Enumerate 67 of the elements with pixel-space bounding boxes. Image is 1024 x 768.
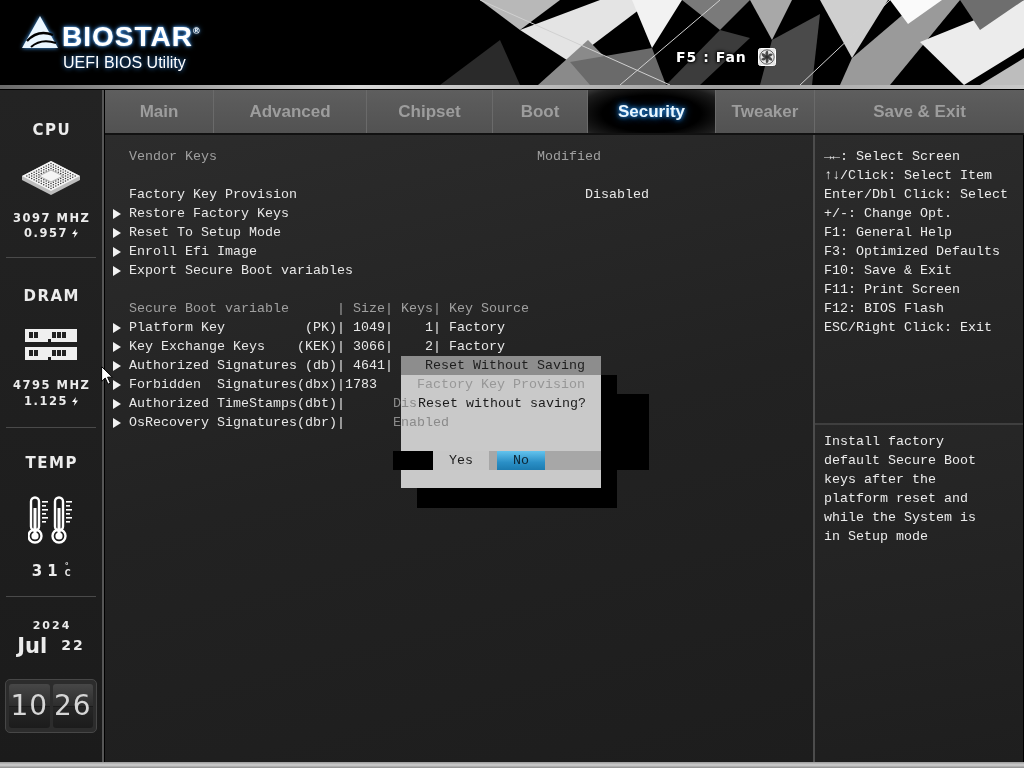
- shortcut-hint: F3: Optimized Defaults: [824, 243, 1000, 261]
- dialog-button[interactable]: Yes: [433, 451, 489, 470]
- setting-label[interactable]: Factory Key Provision: [129, 185, 297, 204]
- date-year: 2024: [32, 619, 72, 633]
- popup-shadow: [393, 451, 401, 470]
- tab[interactable]: Security: [588, 90, 715, 133]
- submenu-item[interactable]: Forbidden Signatures(dbx)|1783: [129, 375, 377, 394]
- submenu-arrow-icon: [113, 360, 121, 371]
- submenu-arrow-icon: [113, 227, 121, 238]
- monitor-label: CPU: [32, 121, 72, 139]
- temperature-unit: °C: [64, 563, 71, 577]
- monitor-label: TEMP: [25, 454, 78, 472]
- submenu-item[interactable]: Platform Key (PK)| 1049| 1| Factory: [129, 318, 505, 337]
- submenu-arrow-icon: [113, 265, 121, 276]
- thermometer-icon: [28, 496, 74, 544]
- submenu-item[interactable]: Restore Factory Keys: [129, 204, 289, 223]
- voltage-reading: 1.125: [24, 394, 68, 408]
- clock-minutes: 26: [52, 684, 93, 728]
- shortcut-hint: ↑↓/Click: Select Item: [824, 167, 992, 185]
- frequency-reading: 3097 MHZ: [13, 211, 91, 225]
- shortcut-hint: +/-: Change Opt.: [824, 205, 952, 223]
- submenu-arrow-icon: [113, 341, 121, 352]
- submenu-arrow-icon: [113, 398, 121, 409]
- shortcut-hint: F1: General Help: [824, 224, 952, 242]
- submenu-item[interactable]: Reset To Setup Mode: [129, 223, 281, 242]
- submenu-item[interactable]: Export Secure Boot variables: [129, 261, 353, 280]
- voltage-reading: 0.957: [24, 226, 68, 240]
- submenu-arrow-icon: [113, 417, 121, 428]
- dialog-message: Reset without saving?: [418, 395, 586, 413]
- date-month: Jul: [17, 635, 48, 657]
- fan-icon[interactable]: [757, 48, 776, 66]
- monitor-label: DRAM: [23, 287, 80, 305]
- submenu-item[interactable]: Enroll Efi Image: [129, 242, 257, 261]
- shortcut-hint: F12: BIOS Flash: [824, 300, 944, 318]
- shortcut-hint: F10: Save & Exit: [824, 262, 952, 280]
- shortcut-hint: Enter/Dbl Click: Select: [824, 186, 1008, 204]
- app-subtitle: UEFI BIOS Utility: [63, 54, 186, 72]
- shortcut-hint: ESC/Right Click: Exit: [824, 319, 992, 337]
- setting-value[interactable]: Disabled: [584, 185, 649, 204]
- brand-name: BIOSTAR$^{®}$: [62, 24, 201, 50]
- submenu-item[interactable]: OsRecovery Signatures(dbr)|: [129, 413, 345, 432]
- shortcut-hint: F11: Print Screen: [824, 281, 960, 299]
- frequency-reading: 4795 MHZ: [13, 378, 91, 392]
- submenu-arrow-icon: [113, 208, 121, 219]
- info-value: Modified: [536, 148, 601, 166]
- submenu-arrow-icon: [113, 246, 121, 257]
- date-day: 22: [61, 637, 85, 653]
- memory-module-icon: [25, 329, 77, 360]
- mouse-pointer-icon: [101, 366, 113, 385]
- submenu-item[interactable]: Authorized TimeStamps(dbt)|: [129, 394, 345, 413]
- help-description: Install factory default Secure Boot keys after the platform reset and while the System is in Setup mode: [824, 433, 977, 546]
- clock-hours: 10: [9, 684, 50, 728]
- submenu-arrow-icon: [113, 322, 121, 333]
- triangle-logo-icon: [22, 16, 58, 48]
- dialog-title: Reset Without Saving: [401, 356, 601, 375]
- hotkey-hint: F5 : Fan: [676, 49, 747, 65]
- dialog-button[interactable]: No: [497, 451, 545, 470]
- submenu-arrow-icon: [113, 379, 121, 390]
- lightning-bolt-icon: [71, 228, 78, 238]
- lightning-bolt-icon: [71, 396, 78, 406]
- cpu-chip-icon: [21, 160, 81, 196]
- info-label: Vendor Keys: [129, 148, 217, 166]
- temperature-reading: 31: [31, 563, 63, 579]
- shortcut-hint: →←: Select Screen: [824, 148, 960, 166]
- submenu-item[interactable]: Authorized Signatures (db)| 4641|: [129, 356, 393, 375]
- submenu-item[interactable]: Key Exchange Keys (KEK)| 3066| 2| Factory: [129, 337, 505, 356]
- table-header: Secure Boot variable | Size| Keys| Key Source: [129, 300, 529, 318]
